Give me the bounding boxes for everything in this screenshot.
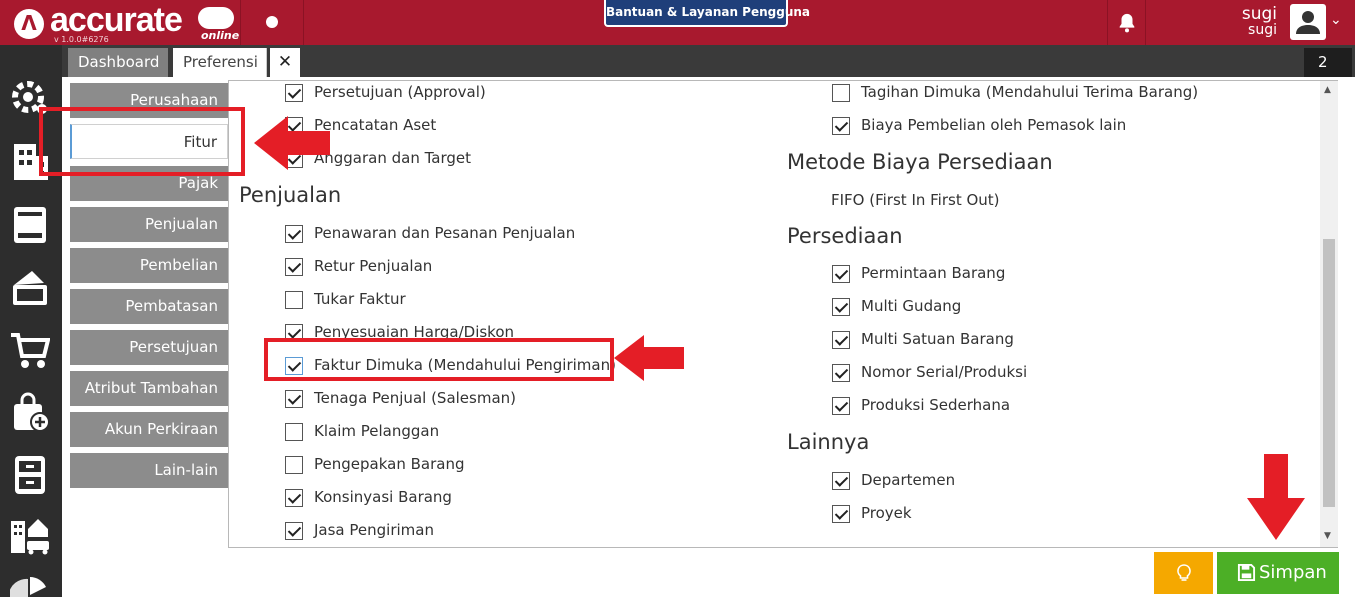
metode-biaya-value[interactable]: FIFO (First In First Out) [831,191,1000,209]
tab-preferensi[interactable]: Preferensi [173,48,267,77]
scroll-up-icon[interactable]: ▲ [1324,85,1331,95]
checkbox[interactable] [832,331,850,349]
checkbox[interactable] [285,423,303,441]
checkbox[interactable] [285,390,303,408]
inventory-cabinet-icon[interactable] [10,455,50,495]
tab-strip: Dashboard Preferensi ✕ 2 [62,45,1355,77]
checkbox[interactable] [832,397,850,415]
checkbox[interactable] [832,117,850,135]
panel-scrollbar[interactable]: ▲ ▼ [1320,81,1338,547]
shopping-cart-icon[interactable] [10,330,50,370]
menu-item-pembelian[interactable]: Pembelian [70,248,228,283]
shopping-bag-add-icon[interactable] [10,392,50,432]
checkbox[interactable] [285,291,303,309]
top-bar: Λ accurate online v 1.0.0#6276 Bantuan &… [0,0,1355,45]
highlight-box-fitur [39,107,245,176]
close-tab-icon[interactable]: ✕ [270,48,300,77]
help-button[interactable]: Bantuan & Layanan Pengguna [604,0,810,27]
scroll-thumb[interactable] [1323,239,1335,507]
checkbox[interactable] [285,225,303,243]
user-avatar[interactable] [1290,4,1326,40]
checkbox[interactable] [832,472,850,490]
report-chart-icon[interactable] [10,575,50,597]
user-subtitle: sugi [1248,22,1277,38]
save-button-label: Simpan [1259,562,1327,583]
checkbox[interactable] [285,84,303,102]
checkbox[interactable] [285,522,303,540]
highlight-box-faktur-dimuka [264,338,614,381]
arrow-left-icon [614,335,684,381]
arrow-left-icon [254,116,330,170]
tab-dashboard[interactable]: Dashboard [68,48,168,77]
menu-item-persetujuan[interactable]: Persetujuan [70,330,228,365]
cash-payment-icon[interactable] [10,267,50,307]
cloud-icon [198,7,234,29]
divider [240,0,241,45]
menu-item-pembatasan[interactable]: Pembatasan [70,289,228,324]
open-tab-count[interactable]: 2 [1304,48,1352,77]
arrow-down-icon [1247,454,1305,540]
notification-bell-icon[interactable] [1116,12,1138,34]
section-heading-lainnya: Lainnya [787,430,870,454]
divider [1107,0,1108,45]
menu-item-akun-perkiraan[interactable]: Akun Perkiraan [70,412,228,447]
chevron-down-icon[interactable]: ⌄ [1330,12,1342,28]
checkbox[interactable] [832,265,850,283]
checkbox[interactable] [832,298,850,316]
checkbox[interactable] [832,364,850,382]
section-heading-penjualan: Penjualan [239,183,342,207]
divider [303,0,304,45]
user-name: sugi [1241,4,1277,24]
section-heading-metode-biaya: Metode Biaya Persediaan [787,150,1053,174]
menu-item-atribut-tambahan[interactable]: Atribut Tambahan [70,371,228,406]
status-dot-icon [266,16,278,28]
scroll-down-icon[interactable]: ▼ [1324,531,1331,541]
user-icon [1296,11,1320,34]
app-version: v 1.0.0#6276 [54,35,109,44]
floppy-disk-icon [1237,563,1256,582]
divider [1145,0,1146,45]
menu-item-penjualan[interactable]: Penjualan [70,207,228,242]
ledger-book-icon[interactable] [10,205,50,245]
assets-building-car-icon[interactable] [10,515,50,555]
checkbox[interactable] [285,258,303,276]
save-button[interactable]: Simpan [1217,552,1339,594]
feature-settings-panel: Persetujuan (Approval) Pencatatan Aset A… [228,80,1338,548]
section-heading-persediaan: Persediaan [787,224,903,248]
checkbox[interactable] [285,489,303,507]
checkbox[interactable] [832,505,850,523]
brand-suffix: online [201,29,240,42]
menu-item-lain-lain[interactable]: Lain-lain [70,453,228,488]
tips-button[interactable] [1154,552,1213,594]
lightbulb-icon [1177,564,1191,581]
logo-mark-icon: Λ [14,9,44,39]
app-logo[interactable]: Λ accurate online v 1.0.0#6276 [10,1,239,44]
checkbox[interactable] [285,456,303,474]
checkbox[interactable] [832,84,850,102]
